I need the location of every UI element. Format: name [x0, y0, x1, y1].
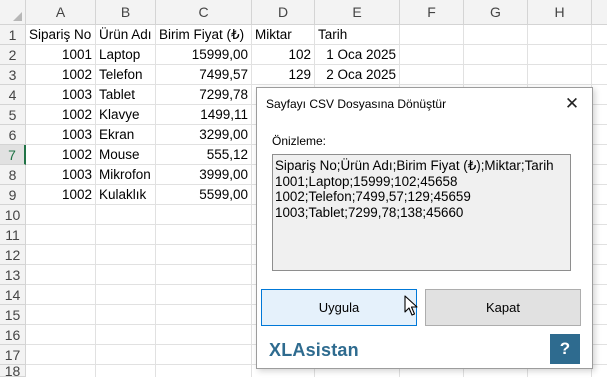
apply-button[interactable]: Uygula: [261, 289, 417, 326]
row-header-13[interactable]: 13: [0, 265, 26, 285]
cell-c2[interactable]: 15999,00: [156, 45, 252, 65]
csv-export-dialog: Sayfayı CSV Dosyasına Dönüştür ✕ Önizlem…: [256, 87, 593, 369]
cell-d2[interactable]: 102: [252, 45, 315, 65]
row-header-5[interactable]: 5: [0, 105, 26, 125]
row-header-1[interactable]: 1: [0, 25, 26, 45]
close-icon[interactable]: ✕: [560, 93, 584, 115]
cell-b2[interactable]: Laptop: [96, 45, 156, 65]
close-button[interactable]: Kapat: [425, 289, 581, 326]
row-header-16[interactable]: 16: [0, 325, 26, 345]
cell-b1[interactable]: Ürün Adı: [96, 25, 156, 45]
cell-a3[interactable]: 1002: [26, 65, 96, 85]
cell-c3[interactable]: 7499,57: [156, 65, 252, 85]
cell-b6[interactable]: Ekran: [96, 125, 156, 145]
brand-logo-text: XLAsistan: [269, 340, 359, 360]
row-header-9[interactable]: 9: [0, 185, 26, 205]
cell-e2[interactable]: 1 Oca 2025: [315, 45, 400, 65]
column-header-e[interactable]: E: [315, 0, 400, 25]
row-header-4[interactable]: 4: [0, 85, 26, 105]
cell-c5[interactable]: 1499,11: [156, 105, 252, 125]
cell-a9[interactable]: 1002: [26, 185, 96, 205]
row-header-6[interactable]: 6: [0, 125, 26, 145]
cell-c8[interactable]: 3999,00: [156, 165, 252, 185]
cell-b7[interactable]: Mouse: [96, 145, 156, 165]
row-header-15[interactable]: 15: [0, 305, 26, 325]
column-header-d[interactable]: D: [252, 0, 315, 25]
cell-a8[interactable]: 1003: [26, 165, 96, 185]
select-all-corner[interactable]: [0, 0, 26, 25]
cell-b4[interactable]: Tablet: [96, 85, 156, 105]
column-header-g[interactable]: G: [464, 0, 528, 25]
row-header-3[interactable]: 3: [0, 65, 26, 85]
cell-a1[interactable]: Sipariş No: [26, 25, 96, 45]
row-header-2[interactable]: 2: [0, 45, 26, 65]
cell-d3[interactable]: 129: [252, 65, 315, 85]
row-header-10[interactable]: 10: [0, 205, 26, 225]
row-header-8[interactable]: 8: [0, 165, 26, 185]
row-header-11[interactable]: 11: [0, 225, 26, 245]
cell-c6[interactable]: 3299,00: [156, 125, 252, 145]
preview-textbox[interactable]: Sipariş No;Ürün Adı;Birim Fiyat (₺);Mikt…: [272, 154, 571, 271]
column-header-a[interactable]: A: [26, 0, 96, 25]
cell-e3[interactable]: 2 Oca 2025: [315, 65, 400, 85]
column-header-b[interactable]: B: [96, 0, 156, 25]
column-header-overflow: [592, 0, 607, 25]
column-header-c[interactable]: C: [156, 0, 252, 25]
cell-a7[interactable]: 1002: [26, 145, 96, 165]
preview-label: Önizleme:: [272, 134, 327, 148]
cell-b9[interactable]: Kulaklık: [96, 185, 156, 205]
cell-c1[interactable]: Birim Fiyat (₺): [156, 25, 252, 45]
row-header-14[interactable]: 14: [0, 285, 26, 305]
cell-e1[interactable]: Tarih: [315, 25, 400, 45]
row-header-18[interactable]: 18: [0, 363, 26, 379]
cell-b8[interactable]: Mikrofon: [96, 165, 156, 185]
cell-c7[interactable]: 555,12: [156, 145, 252, 165]
cell-a5[interactable]: 1002: [26, 105, 96, 125]
help-button[interactable]: ?: [550, 334, 580, 364]
row-header-7-selected[interactable]: 7: [0, 145, 26, 165]
cell-d1[interactable]: Miktar: [252, 25, 315, 45]
select-all-triangle-icon: [13, 12, 22, 21]
cell-c4[interactable]: 7299,78: [156, 85, 252, 105]
cell-a2[interactable]: 1001: [26, 45, 96, 65]
mouse-pointer-icon: [404, 295, 418, 316]
dialog-title: Sayfayı CSV Dosyasına Dönüştür: [266, 97, 447, 111]
cell-a6[interactable]: 1003: [26, 125, 96, 145]
row-header-12[interactable]: 12: [0, 245, 26, 265]
cell-a4[interactable]: 1003: [26, 85, 96, 105]
column-header-f[interactable]: F: [400, 0, 464, 25]
cell-b3[interactable]: Telefon: [96, 65, 156, 85]
cell-b5[interactable]: Klavye: [96, 105, 156, 125]
column-header-h[interactable]: H: [528, 0, 592, 25]
cell-c9[interactable]: 5599,00: [156, 185, 252, 205]
